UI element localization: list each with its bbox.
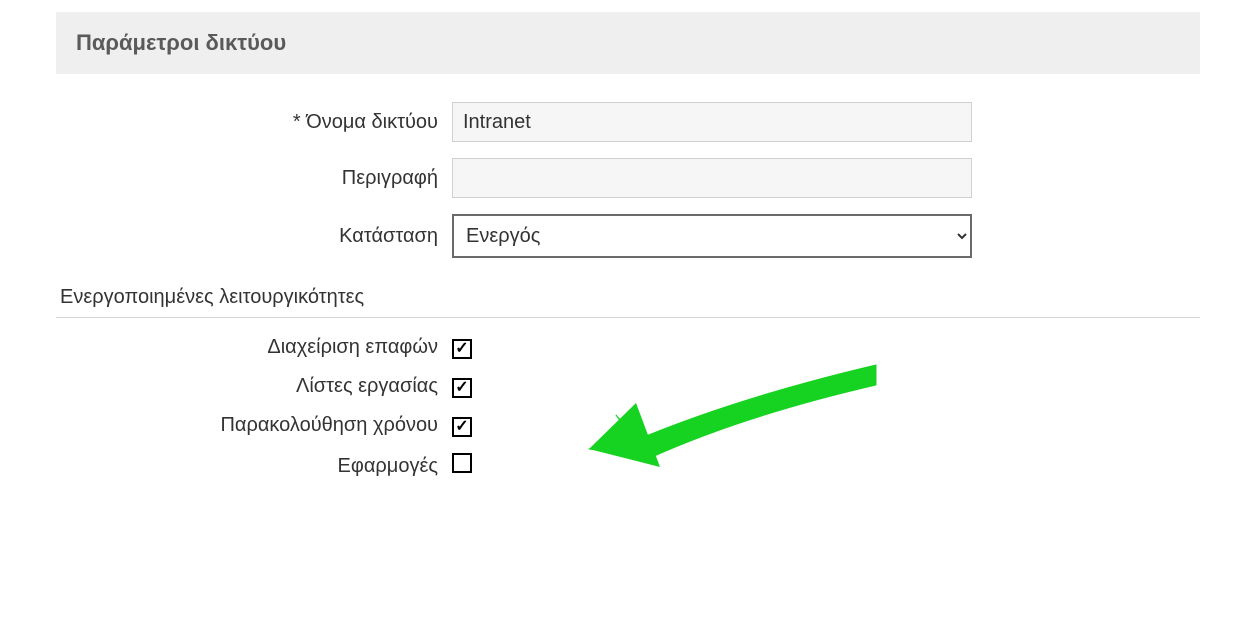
panel-title: Παράμετροι δικτύου — [56, 12, 1200, 74]
checkbox-contacts[interactable] — [452, 339, 472, 359]
row-feature-worklists: Λίστες εργασίας — [56, 375, 1200, 398]
select-status[interactable]: Ενεργός — [452, 214, 972, 258]
row-status: Κατάσταση Ενεργός — [56, 214, 1200, 258]
checkbox-worklists[interactable] — [452, 378, 472, 398]
checkbox-apps[interactable] — [452, 453, 472, 473]
row-feature-contacts: Διαχείριση επαφών — [56, 336, 1200, 359]
label-feature-worklists: Λίστες εργασίας — [56, 375, 452, 398]
row-network-name: * Όνομα δικτύου — [56, 102, 1200, 142]
label-description: Περιγραφή — [56, 167, 452, 190]
input-network-name[interactable] — [452, 102, 972, 142]
label-status: Κατάσταση — [56, 225, 452, 248]
label-feature-apps: Εφαρμογές — [56, 455, 452, 478]
label-feature-contacts: Διαχείριση επαφών — [56, 336, 452, 359]
label-network-name: * Όνομα δικτύου — [56, 111, 452, 134]
row-feature-apps: Εφαρμογές — [56, 453, 1200, 479]
section-title-features: Ενεργοποιημένες λειτουργικότητες — [56, 276, 1200, 318]
input-description[interactable] — [452, 158, 972, 198]
row-description: Περιγραφή — [56, 158, 1200, 198]
label-feature-time-tracking: Παρακολούθηση χρόνου — [56, 414, 452, 437]
checkbox-time-tracking[interactable] — [452, 417, 472, 437]
network-settings-panel: Παράμετροι δικτύου * Όνομα δικτύου Περιγ… — [0, 0, 1256, 535]
row-feature-time-tracking: Παρακολούθηση χρόνου — [56, 414, 1200, 437]
